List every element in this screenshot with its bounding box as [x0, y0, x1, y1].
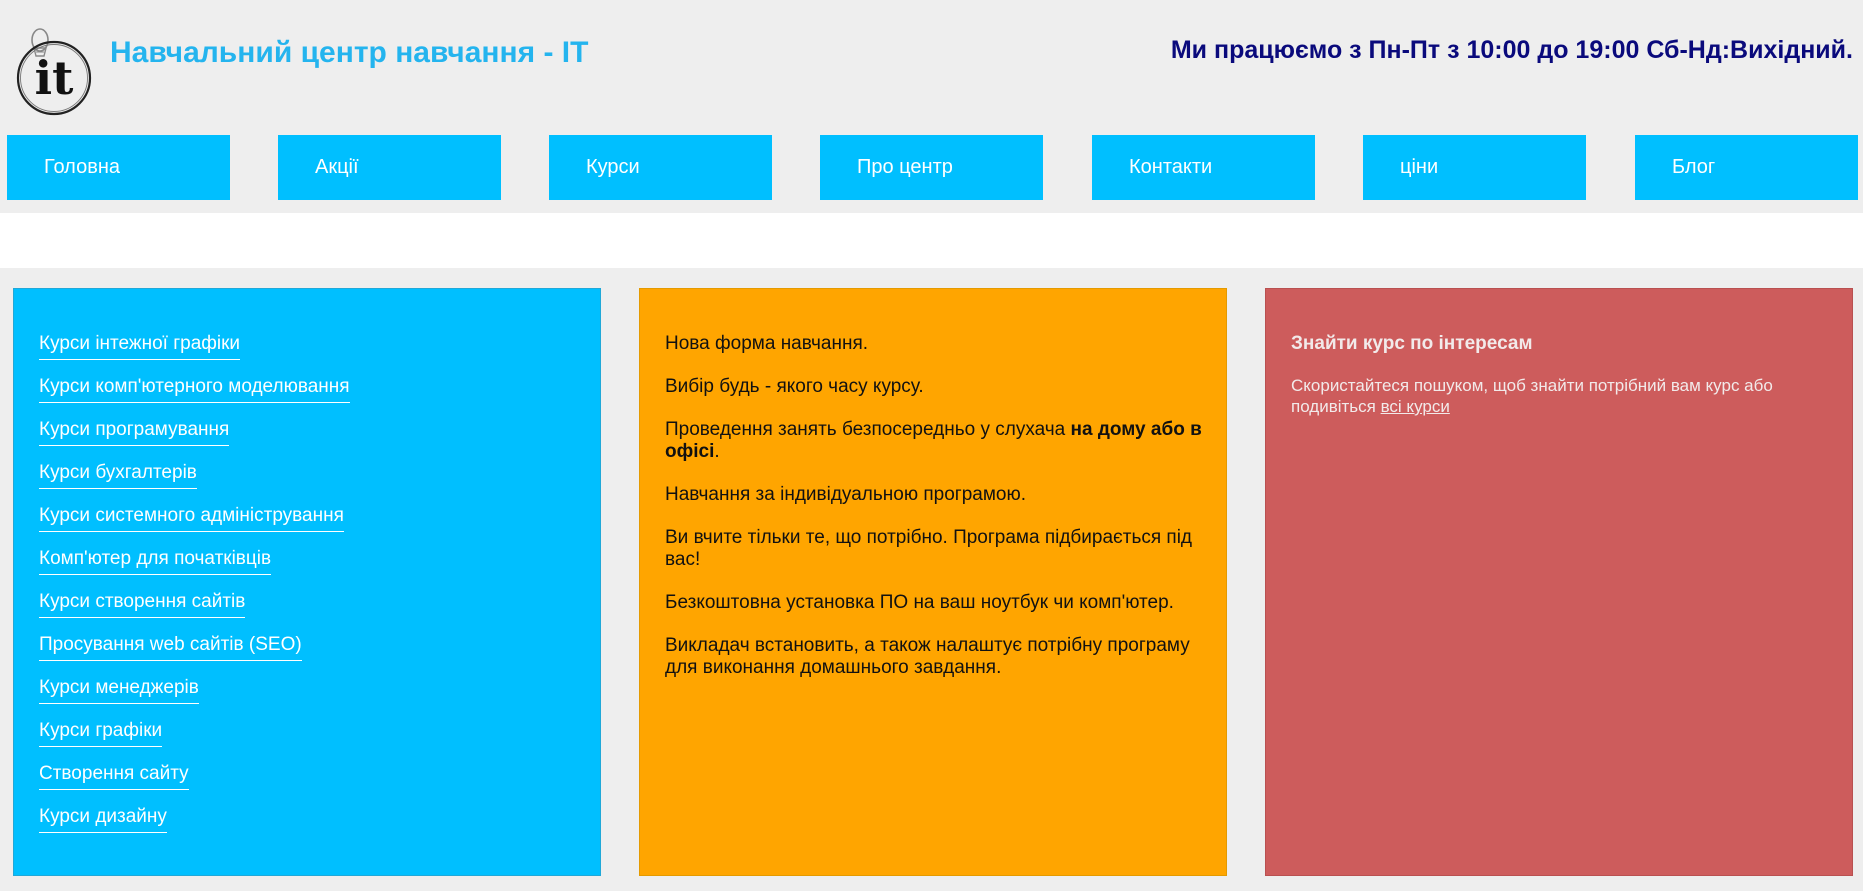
course-link[interactable]: Курси графіки: [39, 720, 163, 747]
list-item: Курси комп'ютерного моделювання: [39, 376, 350, 419]
search-desc-text: Скористайтеся пошуком, щоб знайти потріб…: [1291, 376, 1773, 416]
site-header: it Навчальний центр навчання - IT Ми пра…: [0, 0, 1863, 130]
feature-paragraph: Навчання за індивідуальною програмою.: [665, 484, 1026, 505]
list-item: Курси бухгалтерів: [39, 462, 350, 505]
course-link[interactable]: Курси дизайну: [39, 806, 167, 833]
list-item: Курси створення сайтів: [39, 591, 350, 634]
list-item: Комп'ютер для початківців: [39, 548, 350, 591]
feature-text: Проведення занять безпосередньо у слухач…: [665, 419, 1071, 440]
course-list: Курси інтежної графіки Курси комп'ютерно…: [39, 333, 350, 849]
nav-item-home[interactable]: Головна: [7, 135, 230, 200]
site-logo-icon[interactable]: it: [14, 18, 94, 116]
feature-paragraph: Нова форма навчання.: [665, 333, 869, 354]
features-panel: Нова форма навчання. Вибір будь - якого …: [639, 288, 1227, 876]
search-panel: Знайти курс по інтересам Скористайтеся п…: [1265, 288, 1853, 876]
main-nav: Головна Акції Курси Про центр Контакти ц…: [7, 135, 1858, 200]
nav-item-about[interactable]: Про центр: [820, 135, 1043, 200]
feature-paragraph: Вибір будь - якого часу курсу.: [665, 376, 924, 397]
list-item: Курси графіки: [39, 720, 350, 763]
search-title: Знайти курс по інтересам: [1291, 333, 1533, 354]
course-link[interactable]: Курси інтежної графіки: [39, 333, 241, 360]
nav-item-promotions[interactable]: Акції: [278, 135, 501, 200]
feature-text: .: [714, 441, 720, 462]
course-link[interactable]: Курси менеджерів: [39, 677, 199, 704]
working-hours: Ми працюємо з Пн-Пт з 10:00 до 19:00 Сб-…: [1170, 36, 1853, 64]
site-title: Навчальний центр навчання - IT: [110, 36, 589, 69]
course-link[interactable]: Створення сайту: [39, 763, 189, 790]
nav-item-prices[interactable]: ціни: [1363, 135, 1586, 200]
nav-item-contacts[interactable]: Контакти: [1092, 135, 1315, 200]
course-link[interactable]: Курси створення сайтів: [39, 591, 246, 618]
nav-item-blog[interactable]: Блог: [1635, 135, 1858, 200]
list-item: Курси менеджерів: [39, 677, 350, 720]
feature-paragraph: Ви вчите тільки те, що потрібно. Програм…: [665, 527, 1193, 570]
list-item: Курси системного адміністрування: [39, 505, 350, 548]
course-link[interactable]: Курси комп'ютерного моделювання: [39, 376, 350, 403]
logo-text: it: [35, 51, 74, 105]
course-link[interactable]: Курси бухгалтерів: [39, 462, 197, 489]
list-item: Курси програмування: [39, 419, 350, 462]
course-link[interactable]: Курси системного адміністрування: [39, 505, 344, 532]
nav-item-courses[interactable]: Курси: [549, 135, 772, 200]
list-item: Створення сайту: [39, 763, 350, 806]
list-item: Курси інтежної графіки: [39, 333, 350, 376]
search-box: Знайти курс по інтересам Скористайтеся п…: [1291, 333, 1831, 417]
all-courses-link[interactable]: всі курси: [1381, 397, 1450, 416]
search-description: Скористайтеся пошуком, щоб знайти потріб…: [1291, 375, 1831, 417]
course-link[interactable]: Курси програмування: [39, 419, 230, 446]
features-text: Нова форма навчання. Вибір будь - якого …: [665, 333, 1210, 700]
course-list-panel: Курси інтежної графіки Курси комп'ютерно…: [13, 288, 601, 876]
feature-paragraph: Проведення занять безпосередньо у слухач…: [665, 419, 1210, 463]
banner-strip: [0, 213, 1863, 268]
feature-paragraph: Викладач встановить, а також налаштує по…: [665, 635, 1190, 678]
feature-paragraph: Безкоштовна установка ПО на ваш ноутбук …: [665, 592, 1174, 613]
list-item: Курси дизайну: [39, 806, 350, 849]
course-link[interactable]: Просування web сайтів (SEO): [39, 634, 302, 661]
list-item: Просування web сайтів (SEO): [39, 634, 350, 677]
course-link[interactable]: Комп'ютер для початківців: [39, 548, 272, 575]
